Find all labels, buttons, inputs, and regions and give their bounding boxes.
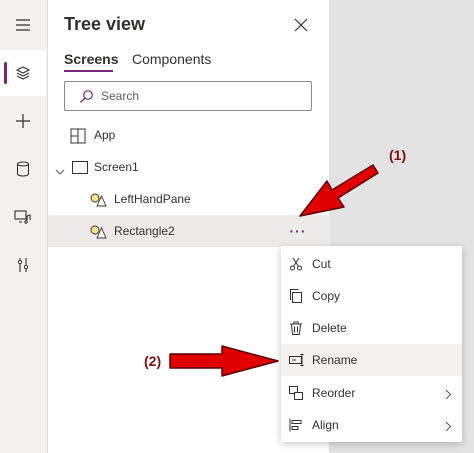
- annotation-label-1: (1): [389, 147, 407, 163]
- annotation-label-2: (2): [144, 353, 162, 369]
- arrow-1: [299, 164, 379, 217]
- arrow-2: [169, 345, 279, 377]
- annotation-arrows: [169, 164, 379, 377]
